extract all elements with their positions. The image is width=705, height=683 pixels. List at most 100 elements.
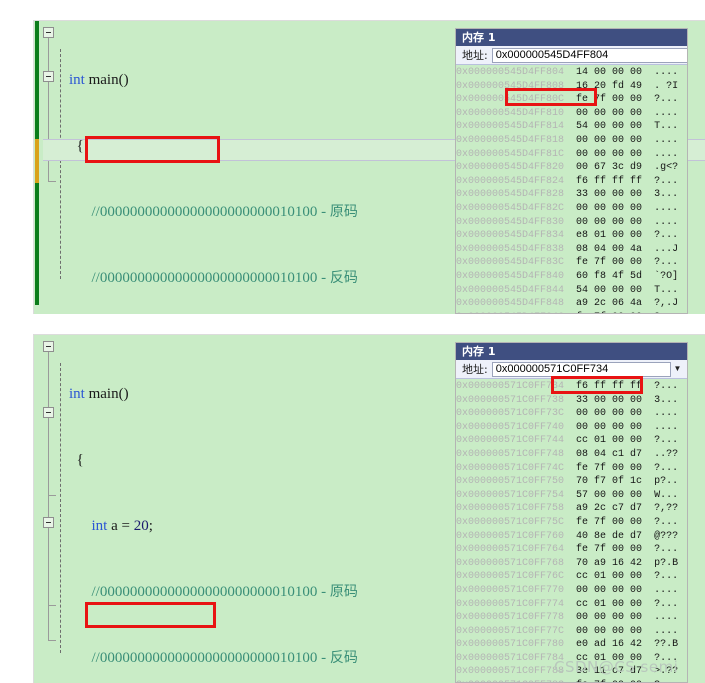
memory-row-hex: fe 7f 00 00 xyxy=(576,257,643,269)
memory-row-hex: 08 04 c1 d7 xyxy=(576,448,643,460)
memory-row-ascii: @??? xyxy=(654,530,679,542)
memory-row-address: 0x000000571C0FF774 xyxy=(456,598,565,610)
chevron-down-icon[interactable]: ▼ xyxy=(671,361,684,377)
outline-end-function-top xyxy=(48,181,56,182)
memory-row-ascii: ?... xyxy=(654,516,679,528)
memory-row: 0x000000571C0FF774 cc 01 00 00 ?... xyxy=(456,598,687,612)
memory-address-input-bottom[interactable]: 0x000000571C0FF734 xyxy=(491,361,671,377)
memory-row: 0x000000545D4FF818 00 00 00 00 .... xyxy=(456,134,687,148)
memory-row-ascii: ?,.J xyxy=(654,298,679,310)
memory-row-ascii: .... xyxy=(654,612,679,624)
memory-row: 0x000000571C0FF744 cc 01 00 00 ?... xyxy=(456,434,687,448)
memory-row-hex: e0 ad 16 42 xyxy=(576,639,643,651)
memory-row-ascii: .... xyxy=(654,148,679,160)
memory-row-hex: 00 00 00 00 xyxy=(576,421,643,433)
memory-row-hex: 00 00 00 00 xyxy=(576,625,643,637)
memory-address-bar-bottom[interactable]: 地址: 0x000000571C0FF734 ▼ xyxy=(456,360,687,379)
memory-row-ascii: . ?I xyxy=(654,80,679,92)
memory-row-ascii: .... xyxy=(654,216,679,228)
memory-row-address: 0x000000571C0FF754 xyxy=(456,489,565,501)
memory-row: 0x000000571C0FF768 70 a9 16 42 p?.B xyxy=(456,557,687,571)
memory-row: 0x000000545D4FF80C fe 7f 00 00 ?... xyxy=(456,93,687,107)
collapse-box-function-top[interactable] xyxy=(43,27,54,38)
memory-row-hex: fe 7f 00 00 xyxy=(576,312,642,313)
memory-row-hex: 00 00 00 00 xyxy=(576,134,643,146)
memory-row-ascii: `?O] xyxy=(654,270,679,282)
collapse-box-comment-top[interactable] xyxy=(43,71,54,82)
outlining-margin-top[interactable] xyxy=(43,21,69,314)
memory-row-address: 0x000000545D4FF820 xyxy=(456,162,565,174)
memory-row-hex: 70 a9 16 42 xyxy=(576,557,643,569)
memory-row-ascii: ?... xyxy=(654,462,679,474)
memory-row-hex: fe 7f 00 00 xyxy=(576,544,643,556)
memory-row-address: 0x000000545D4FF804 xyxy=(456,67,565,78)
memory-row-hex: 08 04 00 4a xyxy=(576,243,643,255)
memory-window-top[interactable]: 内存 1 地址: 0x000000545D4FF804 0x000000545D… xyxy=(455,28,688,314)
memory-address-bar-top[interactable]: 地址: 0x000000545D4FF804 xyxy=(456,46,687,65)
collapse-box-comment-b-bottom[interactable] xyxy=(43,517,54,528)
code-line: //00000000000000000000000010100 - 反码 xyxy=(69,270,358,286)
memory-row-address: 0x000000545D4FF808 xyxy=(456,80,565,92)
memory-row-address: 0x000000545D4FF80C xyxy=(456,94,565,106)
collapse-box-function-bottom[interactable] xyxy=(43,341,54,352)
memory-row: 0x000000571C0FF770 00 00 00 00 .... xyxy=(456,584,687,598)
memory-row: 0x000000545D4FF838 08 04 00 4a ...J xyxy=(456,243,687,257)
memory-row: 0x000000571C0FF740 00 00 00 00 .... xyxy=(456,421,687,435)
memory-row-ascii: ..?? xyxy=(654,448,679,460)
memory-row-hex: fe 7f 00 00 xyxy=(576,516,643,528)
memory-row-hex: 00 00 00 00 xyxy=(576,408,643,420)
outlining-margin-bottom[interactable] xyxy=(43,335,69,683)
memory-row-hex: a9 2c c7 d7 xyxy=(576,503,643,515)
memory-row-hex: f6 ff ff ff xyxy=(576,381,643,392)
memory-row-ascii: .... xyxy=(654,421,679,433)
code-line: //00000000000000000000000010100 - 原码 xyxy=(69,204,358,220)
memory-row-hex: 00 00 00 00 xyxy=(576,612,643,624)
change-bar-saved-top xyxy=(35,21,39,139)
memory-row-ascii: .... xyxy=(654,625,679,637)
code-line: int a = 20; xyxy=(91,518,153,534)
memory-row-ascii: .g<? xyxy=(654,162,679,174)
memory-row: 0x000000545D4FF808 16 20 fd 49 . ?I xyxy=(456,80,687,94)
memory-row-address: 0x000000571C0FF770 xyxy=(456,584,565,596)
memory-row-ascii: ?... xyxy=(654,598,679,610)
memory-row-hex: cc 01 00 00 xyxy=(576,435,643,447)
memory-row-address: 0x000000571C0FF744 xyxy=(456,435,565,447)
code-line: int main() xyxy=(69,386,129,402)
memory-row-address: 0x000000571C0FF760 xyxy=(456,530,565,542)
memory-row-hex: 00 67 3c d9 xyxy=(576,162,643,174)
memory-row-hex: cc 01 00 00 xyxy=(576,571,643,583)
memory-window-bottom[interactable]: 内存 1 地址: 0x000000571C0FF734 ▼ 0x00000057… xyxy=(455,342,688,683)
memory-row-address: 0x000000545D4FF818 xyxy=(456,134,565,146)
memory-address-input-top[interactable]: 0x000000545D4FF804 xyxy=(491,47,687,63)
memory-row: 0x000000571C0FF758 a9 2c c7 d7 ?,?? xyxy=(456,502,687,516)
memory-row: 0x000000545D4FF824 f6 ff ff ff ?... xyxy=(456,175,687,189)
code-line: //00000000000000000000000010100 - 原码 xyxy=(69,584,358,600)
code-text-bottom: int main() { int a = 20; //0000000000000… xyxy=(69,339,358,683)
code-line: { xyxy=(69,138,84,154)
memory-row-hex: 40 8e de d7 xyxy=(576,530,643,542)
memory-row-ascii: ?... xyxy=(654,381,679,392)
memory-row-hex: 70 f7 0f 1c xyxy=(576,476,643,488)
memory-row-address: 0x000000571C0FF76C xyxy=(456,571,565,583)
collapse-box-comment-a-bottom[interactable] xyxy=(43,407,54,418)
memory-row-ascii: ??.B xyxy=(654,639,679,651)
memory-row-ascii: .... xyxy=(654,408,679,420)
change-bar-unsaved-top xyxy=(35,139,39,183)
memory-row: 0x000000545D4FF84C fe 7f 00 00 ?... xyxy=(456,311,687,313)
memory-row: 0x000000571C0FF764 fe 7f 00 00 ?... xyxy=(456,543,687,557)
memory-row-hex: cc 01 00 00 xyxy=(576,598,643,610)
memory-row-address: 0x000000571C0FF788 xyxy=(456,666,565,678)
memory-row-address: 0x000000545D4FF82C xyxy=(456,202,565,214)
memory-row-ascii: p?.B xyxy=(654,557,679,569)
screenshot-panel-top: int main() { //0000000000000000000000001… xyxy=(0,20,705,314)
memory-row-address: 0x000000571C0FF758 xyxy=(456,503,565,515)
memory-row-ascii: ...J xyxy=(654,243,679,255)
memory-row-ascii: ?... xyxy=(654,175,679,187)
memory-row: 0x000000571C0FF73C 00 00 00 00 .... xyxy=(456,407,687,421)
memory-row-address: 0x000000571C0FF73C xyxy=(456,408,565,420)
memory-row-address: 0x000000545D4FF83C xyxy=(456,257,565,269)
memory-row: 0x000000571C0FF748 08 04 c1 d7 ..?? xyxy=(456,448,687,462)
screenshot-root: int main() { //0000000000000000000000001… xyxy=(0,0,705,683)
memory-row: 0x000000545D4FF82C 00 00 00 00 .... xyxy=(456,202,687,216)
memory-row-ascii: p?.. xyxy=(654,476,679,488)
